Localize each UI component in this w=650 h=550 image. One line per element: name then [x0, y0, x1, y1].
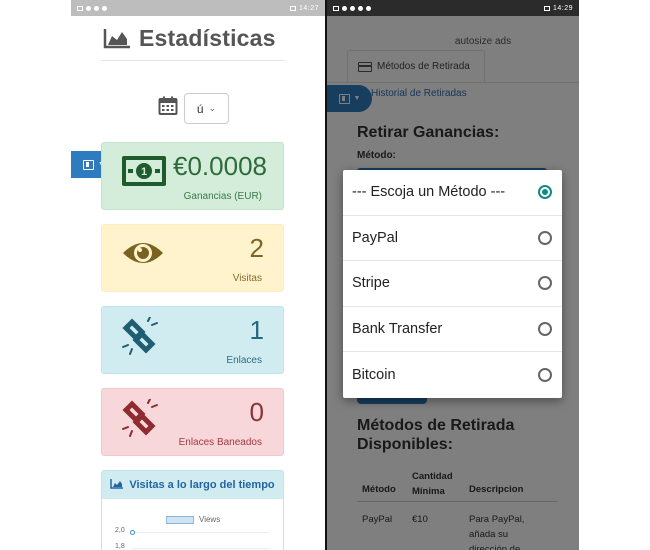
- area-chart-icon: [103, 27, 131, 49]
- status-time: 14:27: [298, 4, 319, 12]
- visits-label: Visitas: [232, 273, 262, 284]
- status-right: 14:29: [543, 4, 573, 12]
- links-card: 1 Enlaces: [101, 306, 284, 374]
- status-time: 14:29: [552, 4, 573, 12]
- banned-links-value: 0: [249, 397, 264, 427]
- date-select-value: ú: [196, 101, 204, 116]
- broken-link-icon: [122, 398, 162, 442]
- visits-chart-panel: Visitas a lo largo del tiempo Views 2,0 …: [101, 470, 284, 550]
- calendar-icon: [158, 96, 178, 121]
- status-icons: [77, 5, 107, 11]
- visits-card: 2 Visitas: [101, 224, 284, 292]
- link-icon: [122, 316, 162, 360]
- radio-unselected[interactable]: [538, 230, 552, 245]
- links-label: Enlaces: [226, 355, 262, 366]
- chart-header: Visitas a lo largo del tiempo: [102, 471, 283, 499]
- links-value: 1: [249, 315, 264, 345]
- svg-text:1: 1: [141, 166, 147, 178]
- chart-data-point: [130, 530, 135, 535]
- option-label: --- Escoja un Método ---: [352, 184, 506, 201]
- option-label: Bank Transfer: [352, 321, 443, 338]
- visits-value: 2: [249, 233, 264, 263]
- legend-label: Views: [199, 515, 221, 524]
- chart-title: Visitas a lo largo del tiempo: [129, 479, 275, 491]
- title-divider: [101, 60, 285, 61]
- date-filter: ú ⌄: [158, 93, 229, 124]
- option-label: Bitcoin: [352, 367, 396, 384]
- chart-legend: Views: [166, 515, 220, 524]
- page-title: Estadísticas: [139, 24, 276, 51]
- method-option[interactable]: Bank Transfer: [343, 307, 562, 353]
- banned-links-label: Enlaces Baneados: [178, 437, 262, 448]
- banned-links-card: 0 Enlaces Baneados: [101, 388, 284, 456]
- radio-unselected[interactable]: [538, 276, 552, 291]
- chart-body: Views 2,0 1,8: [102, 499, 283, 550]
- radio-unselected[interactable]: [538, 368, 552, 383]
- radio-selected[interactable]: [538, 185, 552, 200]
- earnings-label: Ganancias (EUR): [183, 191, 262, 202]
- earnings-value: €0.0008: [173, 151, 267, 181]
- grid-line: [132, 532, 269, 533]
- date-select[interactable]: ú ⌄: [184, 93, 229, 124]
- y-tick-label: 1,8: [115, 543, 125, 550]
- eye-icon: [122, 239, 164, 272]
- page-header: Estadísticas: [71, 16, 325, 56]
- right-phone-screen: 14:29 autosize ads Métodos de Retirada H…: [327, 0, 579, 550]
- option-label: PayPal: [352, 229, 398, 246]
- radio-unselected[interactable]: [538, 322, 552, 337]
- status-right: 14:27: [289, 4, 319, 12]
- method-option[interactable]: Stripe: [343, 261, 562, 307]
- earnings-card: 1 €0.0008 Ganancias (EUR): [101, 142, 284, 210]
- area-chart-icon: [110, 478, 124, 492]
- status-bar: 14:27: [71, 0, 325, 16]
- status-bar: 14:29: [327, 0, 579, 16]
- money-bill-icon: 1: [122, 156, 166, 191]
- method-option[interactable]: --- Escoja un Método ---: [343, 170, 562, 216]
- screenshot-canvas: 14:27 Estadísticas ú ⌄ ▼ 1: [0, 0, 650, 550]
- option-label: Stripe: [352, 275, 390, 292]
- y-tick-label: 2,0: [115, 527, 125, 534]
- legend-swatch: [166, 515, 194, 524]
- chevron-down-icon: ⌄: [208, 103, 217, 113]
- method-option[interactable]: PayPal: [343, 216, 562, 262]
- method-option[interactable]: Bitcoin: [343, 352, 562, 398]
- left-phone-screen: 14:27 Estadísticas ú ⌄ ▼ 1: [71, 0, 325, 550]
- grid-line: [132, 548, 269, 549]
- translate-icon: [83, 159, 95, 170]
- status-icons: [333, 5, 371, 11]
- method-picker-dialog: --- Escoja un Método --- PayPal Stripe B…: [343, 170, 562, 398]
